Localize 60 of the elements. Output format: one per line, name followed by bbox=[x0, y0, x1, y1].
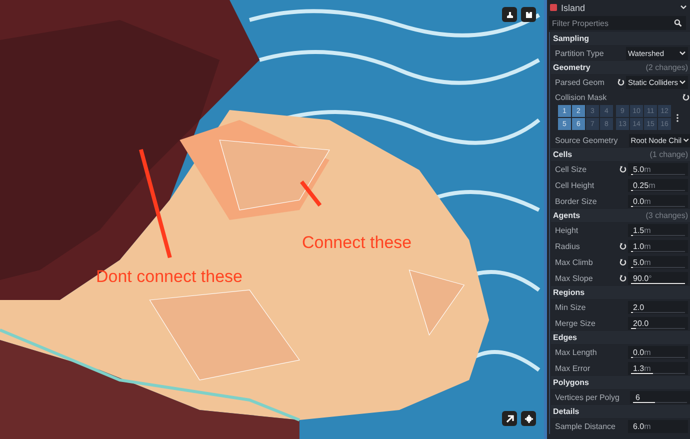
property-label: Cell Size bbox=[555, 164, 587, 174]
property-label: Cell Height bbox=[555, 180, 594, 190]
property-label: Merge Size bbox=[555, 318, 596, 328]
revert-icon[interactable] bbox=[618, 258, 626, 266]
property-label: Max Climb bbox=[555, 258, 593, 266]
node-icon bbox=[550, 4, 557, 11]
section-title[interactable]: Edges bbox=[553, 333, 578, 342]
property-label: Vertices per Polyg bbox=[555, 392, 620, 402]
number-field[interactable]: 0.25m bbox=[628, 178, 688, 192]
number-field[interactable]: 1.5m bbox=[628, 224, 688, 236]
caret-icon bbox=[682, 138, 689, 142]
revert-icon[interactable] bbox=[682, 93, 690, 101]
number-field[interactable]: 2.0 bbox=[628, 300, 688, 314]
number-field[interactable]: 6.0m bbox=[628, 420, 688, 432]
caret-icon bbox=[679, 80, 686, 84]
section-title[interactable]: Details bbox=[553, 407, 580, 416]
changes-count: (2 changes) bbox=[646, 63, 688, 72]
property-label: Max Length bbox=[555, 348, 597, 356]
number-field[interactable]: 1.0m bbox=[628, 240, 688, 252]
property-label: Max Error bbox=[555, 364, 590, 372]
number-field[interactable]: 5.0m bbox=[628, 162, 688, 176]
tool-icon[interactable] bbox=[502, 7, 517, 22]
section-title[interactable]: Regions bbox=[553, 288, 585, 297]
revert-icon[interactable] bbox=[618, 165, 626, 173]
changes-count: (3 changes) bbox=[646, 211, 688, 220]
number-field[interactable]: 5.0m bbox=[628, 256, 688, 268]
number-field[interactable]: 90.0° bbox=[628, 272, 688, 284]
section-title[interactable]: Polygons bbox=[553, 378, 590, 387]
property-label: Radius bbox=[555, 242, 580, 250]
object-dropdown[interactable]: Island bbox=[550, 1, 687, 14]
changes-count: (1 change) bbox=[650, 150, 688, 159]
revert-icon[interactable] bbox=[618, 242, 626, 250]
number-field[interactable]: 6 bbox=[630, 390, 690, 404]
annotation-label: Connect these bbox=[302, 233, 412, 253]
property-label: Max Slope bbox=[555, 274, 593, 282]
property-label: Partition Type bbox=[555, 48, 604, 58]
more-icon[interactable] bbox=[676, 112, 679, 122]
section-title[interactable]: Sampling bbox=[553, 34, 590, 43]
number-field[interactable]: 20.0 bbox=[628, 316, 688, 330]
filter-field[interactable]: Filter Properties bbox=[549, 16, 686, 30]
tool-icon[interactable] bbox=[521, 7, 536, 22]
property-label: Height bbox=[555, 226, 578, 234]
section-title[interactable]: Agents bbox=[553, 211, 580, 220]
move-icon[interactable] bbox=[521, 411, 536, 426]
property-label: Parsed Geom bbox=[555, 78, 604, 86]
caret-icon bbox=[680, 5, 687, 10]
section-title[interactable]: Cells bbox=[553, 150, 572, 159]
annotation-label: Dont connect these bbox=[96, 267, 242, 287]
number-field[interactable]: 0.0m bbox=[628, 346, 688, 358]
property-label: Collision Mask bbox=[555, 92, 607, 102]
property-label: Border Size bbox=[555, 196, 597, 206]
caret-icon bbox=[679, 50, 686, 56]
property-label: Min Size bbox=[555, 302, 586, 312]
section-title[interactable]: Geometry bbox=[553, 63, 590, 72]
revert-icon[interactable] bbox=[618, 274, 626, 282]
number-field[interactable]: 1.3m bbox=[628, 362, 688, 374]
property-label: Sample Distance bbox=[555, 422, 616, 430]
number-field[interactable]: 0.0m bbox=[628, 194, 688, 208]
revert-icon[interactable] bbox=[616, 78, 624, 86]
property-label: Source Geometry bbox=[555, 136, 618, 144]
